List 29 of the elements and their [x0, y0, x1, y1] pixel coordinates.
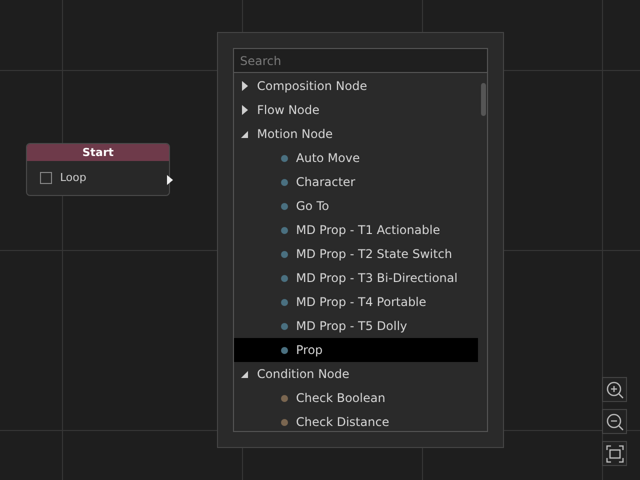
- category-item[interactable]: Motion Node: [234, 122, 478, 146]
- checkbox-label: Loop: [60, 171, 86, 184]
- graph-node[interactable]: Start Loop: [26, 143, 170, 196]
- checkbox[interactable]: [40, 172, 52, 184]
- zoom-out-button[interactable]: [602, 409, 627, 434]
- collapsed-triangle-icon: [241, 81, 249, 91]
- collapsed-triangle-icon: [241, 105, 249, 115]
- node-title: Start: [27, 144, 169, 161]
- zoom-in-button[interactable]: [602, 377, 627, 402]
- node-type-item[interactable]: MD Prop - T3 Bi-Directional: [234, 266, 478, 290]
- scrollbar-thumb[interactable]: [481, 83, 486, 116]
- node-type-item[interactable]: Prop: [234, 338, 478, 362]
- node-type-item[interactable]: MD Prop - T2 State Switch: [234, 242, 478, 266]
- node-type-item[interactable]: MD Prop - T4 Portable: [234, 290, 478, 314]
- node-type-item[interactable]: Auto Move: [234, 146, 478, 170]
- output-port-icon[interactable]: [167, 175, 173, 185]
- expanded-triangle-icon: [241, 129, 249, 139]
- node-type-item[interactable]: MD Prop - T5 Dolly: [234, 314, 478, 338]
- node-type-item[interactable]: Check Distance: [234, 410, 478, 431]
- node-type-item[interactable]: Go To: [234, 194, 478, 218]
- category-item[interactable]: Condition Node: [234, 362, 478, 386]
- category-item[interactable]: Composition Node: [234, 74, 478, 98]
- category-item[interactable]: Flow Node: [234, 98, 478, 122]
- search-field[interactable]: Search: [233, 48, 488, 73]
- node-type-item[interactable]: MD Prop - T1 Actionable: [234, 218, 478, 242]
- node-type-item[interactable]: Character: [234, 170, 478, 194]
- fit-view-button[interactable]: [602, 441, 627, 466]
- node-type-item[interactable]: Check Boolean: [234, 386, 478, 410]
- expanded-triangle-icon: [241, 369, 249, 379]
